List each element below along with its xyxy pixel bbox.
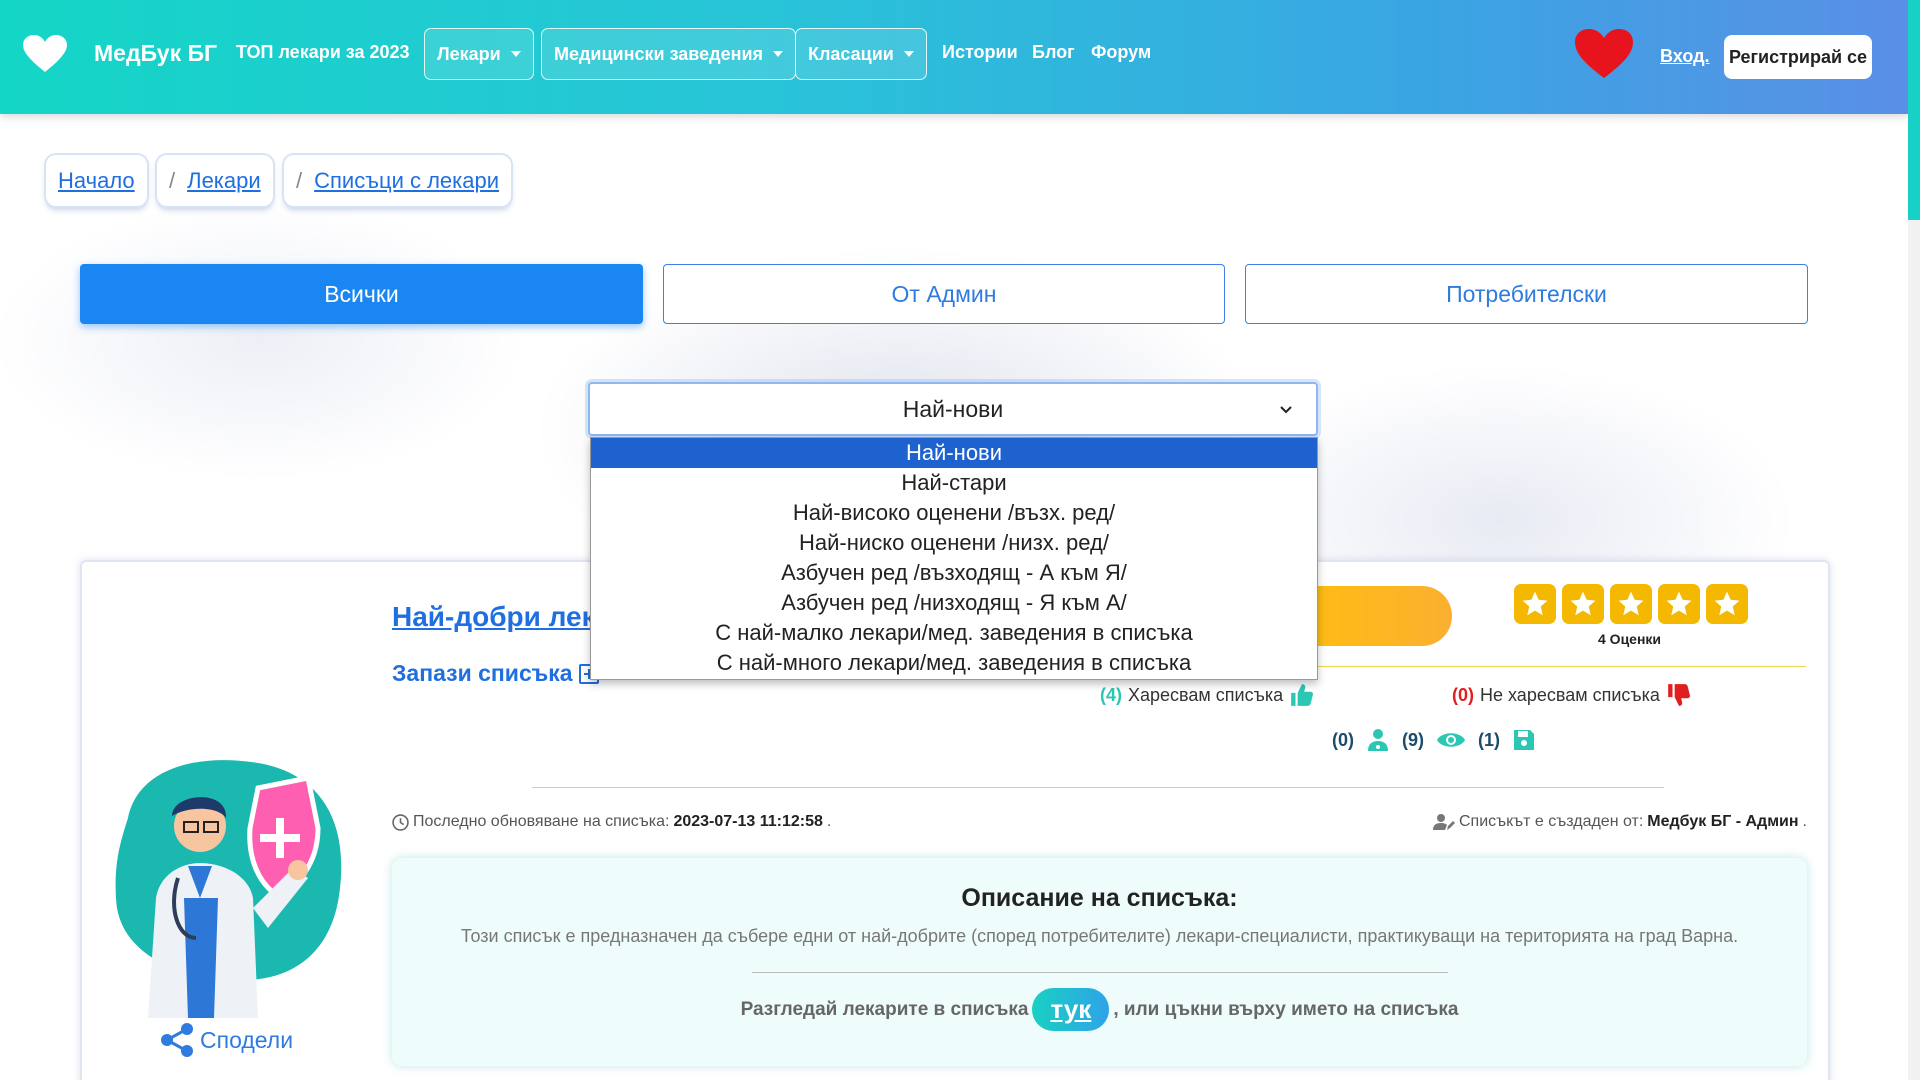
sort-option-oldest[interactable]: Най-стари	[591, 468, 1317, 498]
chevron-down-icon	[1280, 406, 1292, 414]
sort-option-alpha-desc[interactable]: Азбучен ред /низходящ - Я към А/	[591, 588, 1317, 618]
sort-option-highest-rated[interactable]: Най-високо оценени /възх. ред/	[591, 498, 1317, 528]
like-list[interactable]: (4) Харесвам списъка	[1100, 682, 1315, 708]
breadcrumb-separator: /	[169, 167, 176, 193]
divider	[752, 972, 1448, 973]
nav-link-stories[interactable]: Истории	[942, 42, 1018, 63]
brand-name[interactable]: МедБук БГ	[94, 40, 217, 67]
created-by-label: Списъкът е създаден от:	[1458, 813, 1644, 830]
medical-facilities-dropdown[interactable]: Медицински заведения	[541, 28, 797, 80]
sort-dropdown-list: Най-нови Най-стари Най-високо оценени /в…	[590, 437, 1318, 680]
breadcrumb-doctors-link[interactable]: Лекари	[187, 168, 261, 194]
likes-count: (4)	[1100, 684, 1122, 705]
tab-admin[interactable]: От Админ	[663, 264, 1225, 324]
top-navbar: МедБук БГ ТОП лекари за 2023 Лекари Меди…	[0, 0, 1908, 114]
nav-link-forum[interactable]: Форум	[1091, 42, 1151, 63]
sort-option-newest[interactable]: Най-нови	[591, 438, 1317, 468]
saves-count: (1)	[1478, 729, 1500, 750]
doctor-illustration	[115, 760, 342, 1018]
list-stats: (0) (9) (1)	[1332, 728, 1536, 752]
login-link[interactable]: Вход.	[1660, 46, 1710, 67]
register-button[interactable]: Регистрирай се	[1724, 35, 1872, 79]
star-icon[interactable]	[1610, 584, 1652, 624]
heart-logo-icon[interactable]	[22, 34, 68, 74]
doctors-dropdown[interactable]: Лекари	[424, 28, 534, 80]
rankings-dropdown-label: Класации	[808, 43, 894, 64]
caret-down-icon	[903, 51, 914, 57]
sort-option-most-doctors[interactable]: С най-много лекари/мед. заведения в спис…	[591, 648, 1317, 678]
save-disk-icon	[1514, 730, 1534, 750]
dislikes-label: Не харесвам списъка	[1480, 684, 1660, 705]
save-list-button[interactable]: Запази списъка	[392, 660, 599, 687]
last-updated: Последно обновяване на списъка: 2023-07-…	[392, 813, 831, 831]
sort-select-value: Най-нови	[902, 395, 1004, 422]
views-count: (9)	[1402, 729, 1424, 750]
medical-facilities-dropdown-label: Медицински заведения	[554, 43, 764, 64]
dislikes-count: (0)	[1452, 684, 1474, 705]
breadcrumb-home-link[interactable]: Начало	[58, 168, 135, 194]
cta-text-after: , или цъкни върху името на списъка	[1113, 998, 1459, 1020]
tab-all[interactable]: Всички	[80, 264, 643, 324]
sort-option-alpha-asc[interactable]: Азбучен ред /възходящ - А към Я/	[591, 558, 1317, 588]
doctors-dropdown-label: Лекари	[437, 43, 501, 64]
sort-select[interactable]: Най-нови	[588, 382, 1318, 436]
view-doctors-cta: Разгледай лекарите в списъка тук , или ц…	[392, 988, 1807, 1031]
likes-label: Харесвам списъка	[1128, 684, 1284, 705]
created-by-value: Медбук БГ - Админ	[1647, 813, 1799, 830]
breadcrumb-lists-link[interactable]: Списъци с лекари	[314, 168, 499, 194]
cta-text-before: Разгледай лекарите в списъка	[740, 998, 1029, 1020]
share-label: Сподели	[200, 1026, 294, 1053]
thumbs-up-icon[interactable]	[1289, 682, 1315, 708]
star-icon[interactable]	[1514, 584, 1556, 624]
star-icon[interactable]	[1658, 584, 1700, 624]
star-rating[interactable]	[1514, 584, 1748, 624]
breadcrumb-separator: /	[296, 167, 303, 193]
doctor-icon	[1368, 729, 1388, 751]
description-text: Този списък е предназначен да събере едн…	[460, 926, 1739, 946]
here-button[interactable]: тук	[1032, 988, 1110, 1031]
save-list-label: Запази списъка	[392, 660, 573, 686]
nav-link-blog[interactable]: Блог	[1032, 42, 1075, 63]
scrollbar-thumb[interactable]	[1908, 0, 1920, 220]
doctors-count: (0)	[1332, 729, 1354, 750]
tab-users[interactable]: Потребителски	[1245, 264, 1808, 324]
star-icon[interactable]	[1562, 584, 1604, 624]
user-edit-icon	[1432, 814, 1455, 830]
list-title-link[interactable]: Най-добри лека	[392, 601, 611, 633]
caret-down-icon	[510, 51, 521, 57]
sort-option-fewest-doctors[interactable]: С най-малко лекари/мед. заведения в спис…	[591, 618, 1317, 648]
share-icon	[161, 1023, 193, 1057]
rankings-dropdown[interactable]: Класации	[795, 28, 927, 80]
clock-icon	[392, 813, 409, 831]
thumbs-down-icon[interactable]	[1666, 682, 1692, 708]
share-button[interactable]: Сподели	[160, 1022, 293, 1058]
top-doctors-link[interactable]: ТОП лекари за 2023	[236, 42, 410, 63]
star-icon[interactable]	[1706, 584, 1748, 624]
sort-option-lowest-rated[interactable]: Най-ниско оценени /низх. ред/	[591, 528, 1317, 558]
dislike-list[interactable]: (0) Не харесвам списъка	[1452, 682, 1692, 708]
last-updated-value: 2023-07-13 11:12:58	[673, 813, 823, 830]
favorites-heart-icon[interactable]	[1574, 28, 1634, 80]
breadcrumb-doctors[interactable]: / Лекари	[157, 155, 273, 206]
description-box: Описание на списъка: Този списък е предн…	[392, 858, 1807, 1066]
created-by: Списъкът е създаден от: Медбук БГ - Адми…	[1432, 813, 1807, 831]
breadcrumb-home[interactable]: Начало	[46, 155, 147, 206]
breadcrumb-lists[interactable]: / Списъци с лекари	[284, 155, 512, 206]
divider	[532, 787, 1664, 788]
caret-down-icon	[773, 51, 784, 57]
last-updated-label: Последно обновяване на списъка:	[413, 813, 670, 830]
ratings-count: 4 Оценки	[1598, 631, 1662, 647]
description-title: Описание на списъка:	[961, 884, 1238, 912]
eye-icon	[1437, 733, 1465, 747]
